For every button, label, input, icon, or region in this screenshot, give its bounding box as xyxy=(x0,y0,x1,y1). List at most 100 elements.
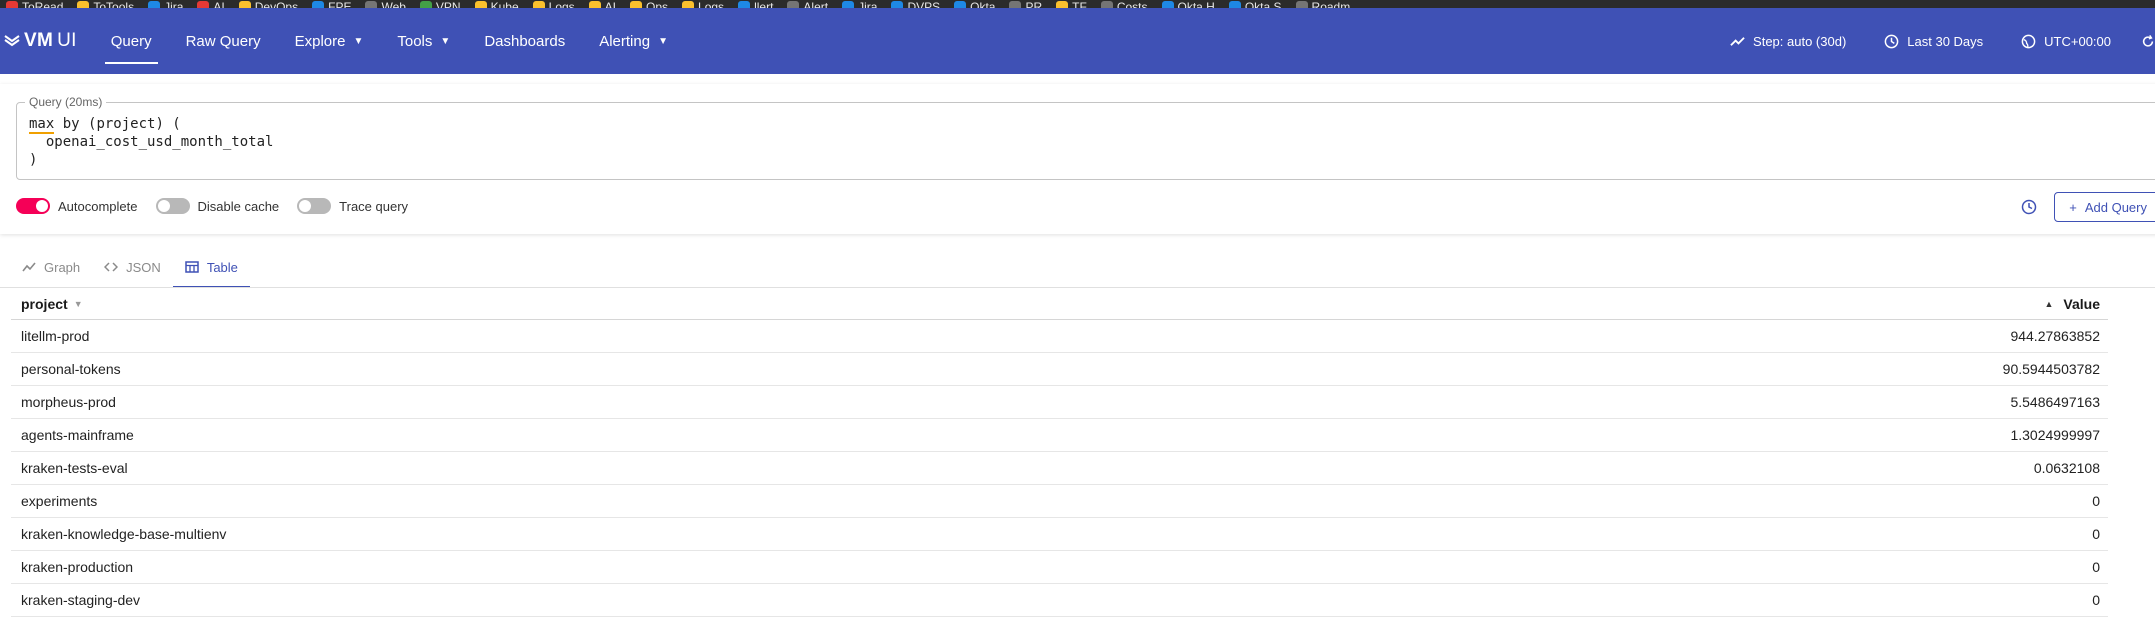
bookmark-item[interactable]: Logs xyxy=(532,0,575,8)
disable-cache-switch[interactable] xyxy=(155,198,190,214)
nav-query[interactable]: Query xyxy=(97,8,166,74)
query-toggles: Autocomplete Disable cache Trace query xyxy=(16,198,408,214)
bookmark-item[interactable]: Logs xyxy=(682,0,724,8)
bookmark-favicon-icon xyxy=(77,1,90,8)
bookmark-label: ToRead xyxy=(22,0,64,8)
sort-down-icon: ▼ xyxy=(73,298,83,309)
clock-icon xyxy=(1884,34,1899,48)
cell-project: personal-tokens xyxy=(21,361,121,377)
nav-explore[interactable]: Explore ▼ xyxy=(281,8,378,74)
bookmark-item[interactable]: DevOps xyxy=(238,0,298,8)
refresh-button[interactable] xyxy=(2137,25,2155,57)
vmui-logo[interactable]: VM UI xyxy=(4,30,77,52)
bookmark-item[interactable]: DVPS xyxy=(891,0,940,8)
bookmark-item[interactable]: Web xyxy=(365,0,406,8)
results-table: project ▼ ▲ Value litellm-prod 944.278638… xyxy=(11,288,2108,617)
query-line2: openai_cost_usd_month_total xyxy=(29,134,274,150)
cell-value: 944.27863852 xyxy=(2010,328,2100,344)
bookmark-item[interactable]: llert xyxy=(738,0,773,8)
chevron-down-icon: ▼ xyxy=(440,35,451,47)
bookmark-label: Roadm xyxy=(1311,0,1351,8)
autocomplete-switch[interactable] xyxy=(16,198,50,214)
bookmark-label: Jira xyxy=(164,0,184,8)
bookmark-item[interactable]: Jira xyxy=(148,0,183,8)
app-header: VM UI Query Raw Query Explore ▼ Tools ▼ Das… xyxy=(0,8,2155,74)
bookmark-favicon-icon xyxy=(365,1,378,8)
bookmark-label: TF xyxy=(1072,0,1087,8)
add-query-label: Add Query xyxy=(2084,199,2147,215)
cell-value: 0 xyxy=(2092,526,2100,542)
bookmark-item[interactable]: Okta H xyxy=(1161,0,1215,8)
time-range-label: Last 30 Days xyxy=(1907,33,1984,49)
bookmark-item[interactable]: AI xyxy=(197,0,225,8)
autocomplete-toggle[interactable]: Autocomplete xyxy=(16,198,138,214)
bookmark-favicon-icon xyxy=(682,1,695,8)
query-actions: + Add Query xyxy=(2020,192,2155,222)
bookmark-item[interactable]: Okta xyxy=(954,0,995,8)
nav-dashboards-label: Dashboards xyxy=(484,32,566,50)
query-text[interactable]: max by (project) ( openai_cost_usd_month… xyxy=(29,115,273,169)
trace-query-toggle[interactable]: Trace query xyxy=(297,198,408,214)
query-line1: by (project) ( xyxy=(54,116,181,132)
nav-raw-query[interactable]: Raw Query xyxy=(172,8,275,74)
globe-icon xyxy=(2021,34,2036,48)
column-value-header[interactable]: ▲ Value xyxy=(2044,296,2108,312)
bookmark-item[interactable]: FPE xyxy=(312,0,351,8)
tab-json[interactable]: JSON xyxy=(92,246,173,288)
bookmark-label: Logs xyxy=(548,0,575,8)
tab-graph-label: Graph xyxy=(44,259,81,275)
column-project-header[interactable]: project ▼ xyxy=(11,296,2044,312)
nav-alerting[interactable]: Alerting ▼ xyxy=(585,8,682,74)
bookmark-label: Kube xyxy=(490,0,519,8)
bookmark-item[interactable]: PR xyxy=(1009,0,1042,8)
bookmark-label: Okta xyxy=(970,0,996,8)
history-icon[interactable] xyxy=(2020,198,2038,216)
chevron-down-icon: ▼ xyxy=(658,35,668,47)
cell-project: kraken-staging-dev xyxy=(21,592,141,608)
bookmark-item[interactable]: TF xyxy=(1056,0,1087,8)
table-row: kraken-tests-eval 0.0632108 xyxy=(11,452,2108,485)
chevron-down-icon: ▼ xyxy=(353,35,364,47)
nav-dashboards[interactable]: Dashboards xyxy=(470,8,579,74)
bookmark-item[interactable]: Roadm xyxy=(1295,0,1351,8)
bookmark-label: Okta H xyxy=(1177,0,1215,8)
bookmark-item[interactable]: Costs xyxy=(1100,0,1148,8)
table-header: project ▼ ▲ Value xyxy=(11,288,2108,320)
column-project-label: project xyxy=(21,295,68,312)
bookmark-favicon-icon xyxy=(148,1,161,8)
bookmark-item[interactable]: Alert xyxy=(787,0,828,8)
bookmark-favicon-icon xyxy=(738,1,751,8)
step-button[interactable]: Step: auto (30d) xyxy=(1718,25,1858,57)
column-value-label: Value xyxy=(2063,295,2100,312)
timezone-button[interactable]: UTC+00:00 xyxy=(2009,25,2123,57)
cell-value: 0 xyxy=(2092,559,2100,575)
header-controls: Step: auto (30d) Last 30 Days UTC+00:00 xyxy=(1718,8,2155,74)
nav-tools[interactable]: Tools ▼ xyxy=(383,8,464,74)
add-query-button[interactable]: + Add Query xyxy=(2054,192,2155,222)
display-tabs: Graph JSON Table xyxy=(10,246,250,288)
bookmark-item[interactable]: Okta S xyxy=(1228,0,1282,8)
cell-value: 90.5944503782 xyxy=(2002,361,2100,377)
time-range-button[interactable]: Last 30 Days xyxy=(1872,25,1995,57)
bookmark-label: AI xyxy=(213,0,225,8)
cell-value: 0 xyxy=(2092,592,2100,608)
bookmark-favicon-icon xyxy=(588,1,601,8)
logo-suffix: UI xyxy=(57,30,77,51)
main-nav: Query Raw Query Explore ▼ Tools ▼ Dashboar… xyxy=(97,8,682,74)
tab-table[interactable]: Table xyxy=(172,246,250,288)
bookmark-item[interactable]: VPN xyxy=(419,0,461,8)
bookmark-item[interactable]: ToRead xyxy=(6,0,63,8)
bookmark-item[interactable]: ToTools xyxy=(77,0,134,8)
cell-project: morpheus-prod xyxy=(21,394,116,410)
bookmark-item[interactable]: Jira xyxy=(842,0,877,8)
query-editor[interactable]: Query (20ms) max by (project) ( openai_c… xyxy=(16,95,2155,180)
bookmark-item[interactable]: Kube xyxy=(474,0,519,8)
trace-query-switch[interactable] xyxy=(297,198,332,214)
disable-cache-toggle[interactable]: Disable cache xyxy=(155,198,279,214)
bookmark-favicon-icon xyxy=(532,1,545,8)
query-keyword: max xyxy=(29,116,55,134)
bookmark-item[interactable]: AI xyxy=(588,0,616,8)
bookmark-favicon-icon xyxy=(312,1,325,8)
bookmark-item[interactable]: Ops xyxy=(630,0,668,8)
tab-graph[interactable]: Graph xyxy=(10,246,92,288)
